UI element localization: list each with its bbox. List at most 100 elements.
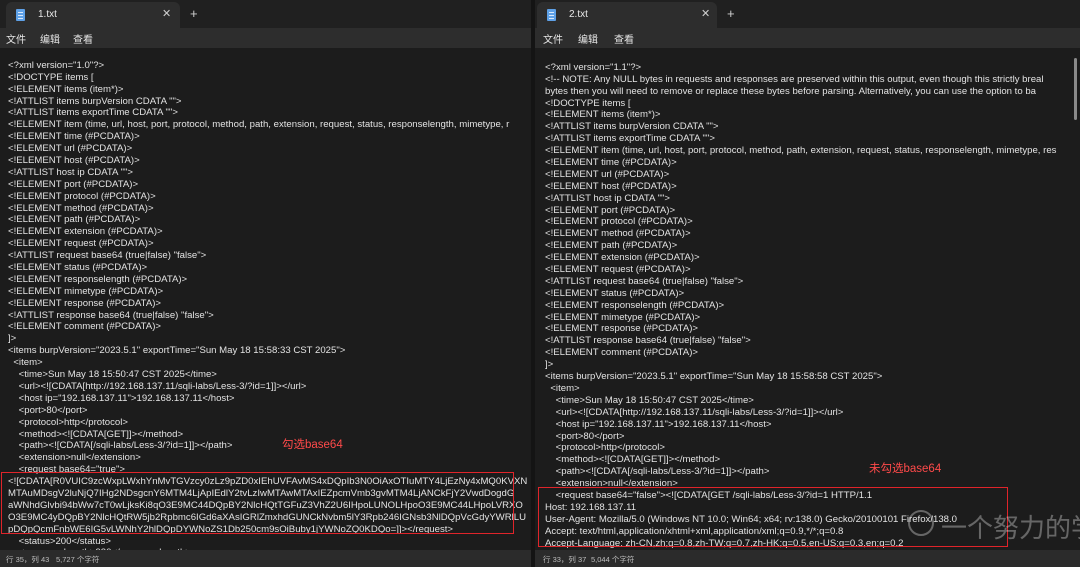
text-line: <!ELEMENT items (item*)>	[8, 83, 124, 95]
text-line: <!ELEMENT response (#PCDATA)>	[545, 323, 699, 335]
text-line: <method><![CDATA[GET]]></method>	[545, 454, 721, 466]
text-line: <protocol>http</protocol>	[8, 416, 129, 428]
tab-1-txt[interactable]: 1.txt ✕	[6, 2, 180, 28]
text-line: <!ELEMENT responselength (#PCDATA)>	[545, 299, 725, 311]
text-line: <!ELEMENT responselength (#PCDATA)>	[8, 273, 188, 285]
text-line: <!ATTLIST host ip CDATA "">	[545, 192, 670, 204]
text-line: <!ELEMENT response (#PCDATA)>	[8, 297, 162, 309]
text-line: <status>200</status>	[8, 535, 111, 547]
text-line: <host ip="192.168.137.11">192.168.137.11…	[545, 418, 772, 430]
text-line: <path><![CDATA[/sqli-labs/Less-3/?id=1]]…	[545, 466, 770, 478]
text-line: <url><![CDATA[http://192.168.137.11/sqli…	[8, 380, 307, 392]
text-line: <!ELEMENT extension (#PCDATA)>	[545, 252, 700, 264]
text-line: <!ATTLIST host ip CDATA "">	[8, 166, 133, 178]
annotation-base64-unchecked: 未勾选base64	[869, 463, 942, 475]
text-line: <!ELEMENT mimetype (#PCDATA)>	[545, 311, 701, 323]
text-line: <!DOCTYPE items [	[545, 97, 631, 109]
text-line: <!ELEMENT protocol (#PCDATA)>	[545, 216, 693, 228]
text-line: ]>	[545, 359, 554, 371]
close-icon[interactable]: ✕	[701, 7, 710, 20]
text-line: <items burpVersion="2023.5.1" exportTime…	[8, 345, 346, 357]
text-line: <!-- NOTE: Any NULL bytes in requests an…	[545, 73, 1044, 85]
text-line: <!ELEMENT host (#PCDATA)>	[545, 180, 677, 192]
tab-title: 1.txt	[38, 9, 57, 20]
watermark: 一个努力的学渣	[941, 513, 1080, 543]
text-line: ]>	[8, 333, 17, 345]
text-line: <!ATTLIST request base64 (true|false) "f…	[545, 275, 744, 287]
text-line: <!ATTLIST items exportTime CDATA "">	[8, 107, 178, 119]
character-count: 5,727 个字符	[56, 555, 100, 564]
status-bar: 行 33，列 37 5,044 个字符	[535, 550, 1080, 567]
text-line: <!ELEMENT path (#PCDATA)>	[545, 240, 678, 252]
text-line: <!ELEMENT host (#PCDATA)>	[8, 155, 140, 167]
text-line: <!ELEMENT item (time, url, host, port, p…	[545, 145, 1057, 157]
text-line: <!ELEMENT method (#PCDATA)>	[8, 202, 154, 214]
menu-view[interactable]: 查看	[614, 31, 634, 46]
menu-bar: 文件 编辑 查看	[0, 28, 531, 48]
text-line: <!ELEMENT time (#PCDATA)>	[545, 157, 677, 169]
tab-title: 2.txt	[569, 9, 588, 20]
text-line: <items burpVersion="2023.5.1" exportTime…	[545, 371, 883, 383]
text-line: <?xml version="1.0"?>	[8, 59, 105, 71]
right-notepad-window: 2.txt ✕ + 文件 编辑 查看 <?xml version="1.1"?>…	[535, 0, 1080, 567]
text-line: <!ATTLIST response base64 (true|false) "…	[8, 309, 214, 321]
text-line: <url><![CDATA[http://192.168.137.11/sqli…	[545, 406, 844, 418]
text-line: <host ip="192.168.137.11">192.168.137.11…	[8, 392, 235, 404]
text-line: <!ELEMENT request (#PCDATA)>	[8, 238, 154, 250]
text-line: <!ELEMENT comment (#PCDATA)>	[545, 347, 699, 359]
menu-view[interactable]: 查看	[73, 31, 93, 46]
vertical-scrollbar[interactable]	[1074, 58, 1077, 120]
text-editor[interactable]: <?xml version="1.1"?> <!-- NOTE: Any NULL…	[535, 48, 1080, 550]
tab-bar: 1.txt ✕ +	[0, 0, 531, 28]
text-line: <protocol>http</protocol>	[545, 442, 666, 454]
text-line: <!ATTLIST request base64 (true|false) "f…	[8, 250, 207, 262]
highlight-box-base64	[1, 472, 514, 534]
text-line: <!ELEMENT method (#PCDATA)>	[545, 228, 691, 240]
text-line: <?xml version="1.1"?>	[545, 61, 642, 73]
text-line	[8, 48, 527, 60]
text-line: <port>80</port>	[8, 404, 88, 416]
text-line: <!ELEMENT comment (#PCDATA)>	[8, 321, 162, 333]
text-line: <extension>null</extension>	[8, 452, 141, 464]
text-line	[545, 50, 1056, 62]
menu-bar: 文件 编辑 查看	[535, 28, 1080, 48]
text-line: <item>	[8, 357, 43, 369]
new-tab-button[interactable]: +	[727, 6, 735, 21]
cursor-position: 行 33，列 37	[543, 555, 587, 564]
text-line: <path><![CDATA[/sqli-labs/Less-3/?id=1]]…	[8, 440, 233, 452]
cursor-position: 行 35，列 43	[6, 555, 50, 564]
text-line: <!ELEMENT status (#PCDATA)>	[8, 262, 148, 274]
text-line: <item>	[545, 382, 580, 394]
menu-edit[interactable]: 编辑	[40, 31, 60, 46]
text-line: <!ELEMENT status (#PCDATA)>	[545, 287, 685, 299]
text-line: <time>Sun May 18 15:50:47 CST 2025</time…	[8, 369, 217, 381]
notepad-file-icon	[16, 9, 25, 21]
text-line: <port>80</port>	[545, 430, 625, 442]
text-line: <!ELEMENT time (#PCDATA)>	[8, 131, 140, 143]
character-count: 5,044 个字符	[591, 555, 635, 564]
text-line: <!DOCTYPE items [	[8, 71, 94, 83]
text-line: <!ELEMENT request (#PCDATA)>	[545, 264, 691, 276]
text-line: <!ELEMENT mimetype (#PCDATA)>	[8, 285, 164, 297]
left-notepad-window: 1.txt ✕ + 文件 编辑 查看 <?xml version="1.0"?>…	[0, 0, 531, 567]
text-line: <!ELEMENT port (#PCDATA)>	[545, 204, 676, 216]
new-tab-button[interactable]: +	[190, 6, 198, 21]
text-line: <!ELEMENT protocol (#PCDATA)>	[8, 190, 156, 202]
text-line: <!ATTLIST items burpVersion CDATA "">	[545, 121, 719, 133]
text-line: <!ELEMENT path (#PCDATA)>	[8, 214, 141, 226]
text-line: <!ELEMENT item (time, url, host, port, p…	[8, 119, 510, 131]
watermark-logo-icon	[908, 510, 934, 536]
text-line: <!ELEMENT extension (#PCDATA)>	[8, 226, 163, 238]
close-icon[interactable]: ✕	[162, 7, 171, 20]
text-line: <time>Sun May 18 15:50:47 CST 2025</time…	[545, 394, 754, 406]
menu-file[interactable]: 文件	[6, 31, 26, 46]
menu-edit[interactable]: 编辑	[578, 31, 598, 46]
text-line: <method><![CDATA[GET]]></method>	[8, 428, 184, 440]
text-line: <!ELEMENT url (#PCDATA)>	[545, 168, 670, 180]
tab-2-txt[interactable]: 2.txt ✕	[537, 2, 717, 28]
text-line: <!ATTLIST response base64 (true|false) "…	[545, 335, 751, 347]
status-bar: 行 35，列 43 5,727 个字符	[0, 550, 531, 567]
text-line: <!ELEMENT port (#PCDATA)>	[8, 178, 139, 190]
text-line: bytes then you will need to remove or re…	[545, 85, 1036, 97]
menu-file[interactable]: 文件	[543, 31, 563, 46]
